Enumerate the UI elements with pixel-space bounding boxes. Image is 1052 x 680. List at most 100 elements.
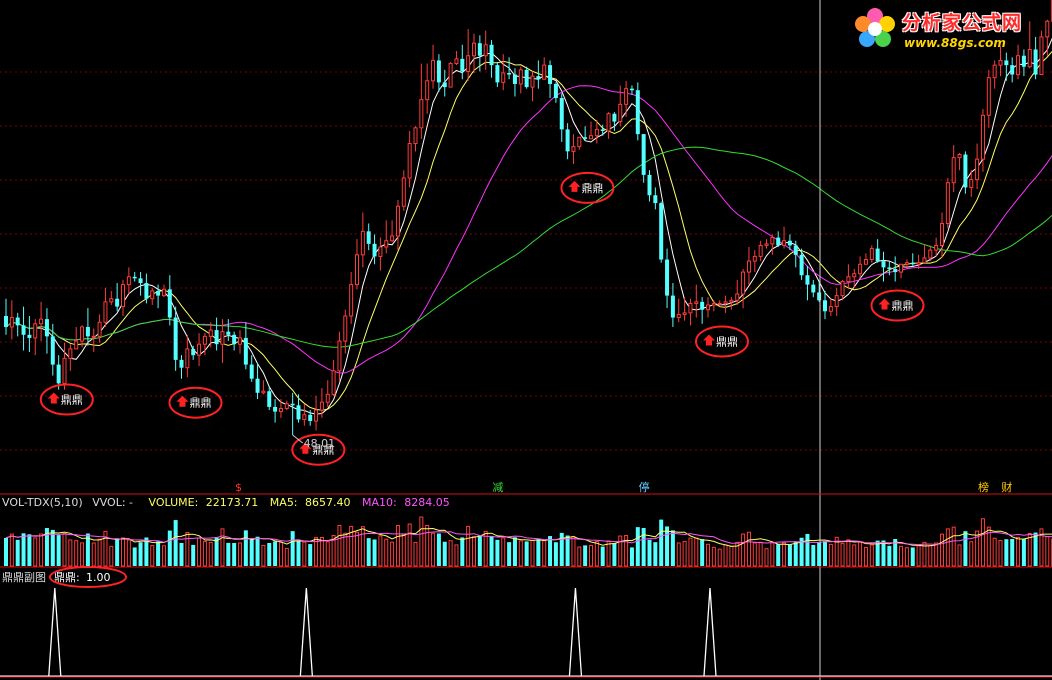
candle <box>524 69 529 88</box>
candle <box>156 290 161 296</box>
candle <box>121 284 125 308</box>
volume-bar <box>319 536 324 567</box>
candle <box>144 283 149 299</box>
candle <box>1021 55 1026 67</box>
candle <box>44 319 49 337</box>
candle <box>472 42 476 57</box>
candle <box>1010 65 1015 75</box>
volume-bar <box>308 544 313 566</box>
candle <box>302 414 307 420</box>
volume-bar <box>62 533 67 567</box>
candle <box>548 65 553 84</box>
volume-bar <box>360 526 365 567</box>
candle <box>717 302 722 305</box>
volume-bar <box>729 545 734 567</box>
volume-bar <box>805 533 810 566</box>
candle <box>39 318 44 325</box>
candle <box>214 330 219 345</box>
volume-bar <box>518 540 523 567</box>
candle <box>138 278 143 284</box>
candle <box>1016 55 1021 76</box>
volume-bar <box>577 546 582 567</box>
candle <box>840 280 845 297</box>
candle <box>752 255 757 262</box>
volume-bar <box>238 542 242 567</box>
candle <box>442 82 447 88</box>
volume-bar <box>828 543 833 567</box>
candle <box>805 275 810 285</box>
candle <box>928 249 933 259</box>
volume-bar <box>138 542 143 566</box>
volume-bar <box>682 540 687 567</box>
volume-bar <box>565 535 570 566</box>
candle <box>694 301 699 304</box>
candle <box>542 64 547 80</box>
volume-bar <box>594 540 599 567</box>
candle <box>413 127 418 145</box>
candle <box>553 83 558 99</box>
volume-bar <box>706 543 710 567</box>
volume-bar <box>466 525 471 567</box>
candle <box>1045 20 1050 38</box>
candle <box>489 44 494 66</box>
candle <box>261 390 266 394</box>
volume-title: VOL-TDX(5,10) <box>2 496 83 509</box>
candle <box>384 240 389 248</box>
candle <box>782 240 787 246</box>
candle <box>495 65 500 83</box>
candle <box>21 325 26 335</box>
candle <box>670 295 675 318</box>
volume-bar <box>524 541 529 566</box>
candle <box>278 407 283 413</box>
volume-bar <box>688 537 693 567</box>
volume-bar <box>390 541 395 567</box>
volume-bar <box>4 537 8 566</box>
candle <box>27 334 32 338</box>
volume-bar <box>68 539 73 567</box>
candle <box>343 315 348 342</box>
candle <box>238 337 242 345</box>
volume-bar <box>226 542 231 566</box>
candle <box>9 317 14 328</box>
candle <box>992 64 997 79</box>
volume-bar <box>536 539 541 566</box>
volume-bar <box>477 535 482 566</box>
candle <box>922 257 927 264</box>
candle <box>395 205 400 237</box>
candle <box>401 177 406 207</box>
event-label: 停 <box>639 480 650 494</box>
volume-bar <box>1033 532 1038 566</box>
volume-bar <box>1004 539 1009 566</box>
volume-value: 22173.71 <box>206 496 259 509</box>
volume-bar <box>904 547 909 567</box>
candle <box>4 315 8 327</box>
volume-bar <box>811 544 816 566</box>
volume-bar <box>419 516 424 567</box>
site-logo[interactable]: 分析家公式网 www.88gs.com <box>848 4 1044 54</box>
candle <box>91 335 96 338</box>
volume-bar <box>618 535 623 567</box>
candle <box>653 195 658 204</box>
volume-bar <box>495 539 500 566</box>
volume-bar <box>448 540 453 567</box>
volume-bar <box>676 542 681 567</box>
candle <box>97 321 102 337</box>
candle <box>559 98 564 130</box>
event-label: 财 <box>1001 480 1012 494</box>
candle <box>910 262 915 265</box>
sub-panel-value: 1.00 <box>86 571 111 584</box>
volume-bar <box>583 545 588 566</box>
candle <box>904 262 909 265</box>
volume-bar <box>945 528 950 567</box>
volume-bar <box>355 531 359 567</box>
candle <box>454 58 459 65</box>
candle <box>167 289 172 318</box>
candle <box>483 44 488 57</box>
candle <box>296 405 301 420</box>
volume-bar <box>1027 533 1032 567</box>
volume-bar <box>284 547 289 567</box>
volume-bar <box>507 542 512 566</box>
volume-bar <box>992 537 997 567</box>
volume-bar <box>460 537 465 566</box>
candle <box>881 261 886 268</box>
